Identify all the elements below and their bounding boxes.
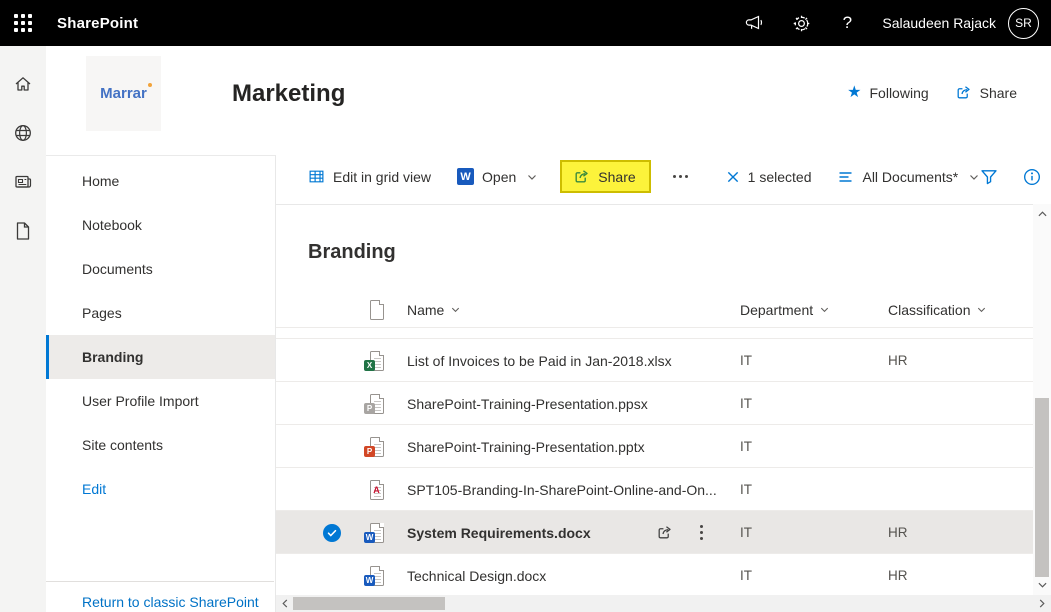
column-header-name[interactable]: Name — [407, 291, 461, 328]
info-icon[interactable] — [1023, 168, 1041, 186]
sidebar-item-home[interactable]: Home — [46, 159, 275, 203]
file-name[interactable]: SharePoint-Training-Presentation.pptx — [407, 425, 645, 468]
xlsx-file-icon: X — [368, 339, 385, 382]
sidebar-item-user-profile-import[interactable]: User Profile Import — [46, 379, 275, 423]
star-icon: ★ — [847, 85, 861, 101]
sharepoint-app: SharePoint ? Salaudeen Rajack SR — [0, 0, 1051, 612]
share-icon — [955, 84, 972, 101]
table-row[interactable]: P SharePoint-Training-Presentation.pptx … — [276, 424, 1033, 467]
clear-selection-button[interactable]: 1 selected — [726, 169, 812, 185]
chevron-down-icon — [968, 171, 980, 183]
scroll-up-icon[interactable] — [1033, 206, 1051, 222]
chevron-down-icon — [819, 304, 830, 315]
scroll-right-icon[interactable] — [1034, 595, 1050, 612]
sidebar-item-branding[interactable]: Branding — [46, 335, 275, 379]
classification-value: HR — [888, 554, 908, 597]
table-row[interactable]: P SharePoint-Training-Presentation.ppsx … — [276, 381, 1033, 424]
megaphone-icon[interactable] — [732, 14, 778, 32]
sidebar-item-pages[interactable]: Pages — [46, 291, 275, 335]
library-title: Branding — [308, 241, 396, 264]
classification-value: HR — [888, 339, 908, 382]
department-value: IT — [740, 511, 752, 554]
word-app-icon: W — [457, 168, 474, 185]
horizontal-scrollbar[interactable] — [276, 595, 1051, 612]
edit-grid-view-button[interactable]: Edit in grid view — [308, 168, 431, 185]
department-value: IT — [740, 554, 752, 597]
vertical-scroll-thumb[interactable] — [1035, 398, 1049, 577]
table-row-selected[interactable]: W System Requirements.docx IT HR — [276, 510, 1033, 553]
following-button[interactable]: ★ Following — [847, 85, 928, 101]
row-share-icon[interactable] — [656, 511, 673, 554]
chevron-down-icon — [976, 304, 987, 315]
table-row[interactable]: A SPT105-Branding-In-SharePoint-Online-a… — [276, 467, 1033, 510]
filter-icon[interactable] — [980, 168, 998, 186]
sidebar-item-edit[interactable]: Edit — [46, 467, 275, 511]
return-to-classic-link[interactable]: Return to classic SharePoint — [46, 581, 274, 610]
sidebar-item-notebook[interactable]: Notebook — [46, 203, 275, 247]
word-file-icon: W — [368, 511, 385, 554]
pdf-file-icon: A — [368, 468, 385, 511]
department-value: IT — [740, 339, 752, 382]
site-navigation: Home Notebook Documents Pages Branding U… — [46, 155, 276, 612]
row-more-actions-icon[interactable] — [696, 511, 707, 554]
view-selector[interactable]: All Documents* — [837, 169, 980, 185]
selected-check-icon[interactable] — [323, 511, 341, 554]
site-title: Marketing — [232, 80, 345, 108]
sidebar-item-documents[interactable]: Documents — [46, 247, 275, 291]
scroll-down-icon[interactable] — [1033, 577, 1051, 593]
open-button[interactable]: W Open — [457, 168, 538, 185]
chevron-down-icon — [450, 304, 461, 315]
department-value: IT — [740, 425, 752, 468]
sharepoint-brand[interactable]: SharePoint — [57, 15, 138, 32]
file-name[interactable]: SharePoint-Training-Presentation.ppsx — [407, 382, 648, 425]
globe-icon[interactable] — [0, 108, 46, 157]
ppsx-file-icon: P — [368, 382, 385, 425]
file-name[interactable]: List of Invoices to be Paid in Jan-2018.… — [407, 339, 672, 382]
site-header: Marrar Marketing ★ Following Share — [46, 46, 1051, 155]
document-icon[interactable] — [0, 206, 46, 255]
table-body: X List of Invoices to be Paid in Jan-201… — [276, 338, 1033, 596]
word-file-icon: W — [368, 554, 385, 597]
horizontal-scroll-thumb[interactable] — [293, 597, 445, 610]
share-button-highlighted[interactable]: Share — [560, 160, 650, 193]
pptx-file-icon: P — [368, 425, 385, 468]
file-name[interactable]: Technical Design.docx — [407, 554, 546, 597]
grid-icon — [308, 168, 325, 185]
vertical-scrollbar[interactable] — [1033, 204, 1051, 595]
column-header-department[interactable]: Department — [740, 291, 830, 328]
sidebar-item-site-contents[interactable]: Site contents — [46, 423, 275, 467]
chevron-down-icon — [526, 171, 538, 183]
table-row[interactable]: X List of Invoices to be Paid in Jan-201… — [276, 338, 1033, 381]
share-icon — [573, 168, 590, 185]
more-commands-icon[interactable] — [667, 169, 694, 184]
user-name: Salaudeen Rajack — [882, 15, 996, 31]
avatar[interactable]: SR — [1008, 8, 1039, 39]
suite-bar: SharePoint ? Salaudeen Rajack SR — [0, 0, 1051, 46]
home-icon[interactable] — [0, 59, 46, 108]
left-app-rail — [0, 46, 46, 612]
app-launcher-waffle-icon[interactable] — [0, 0, 46, 46]
command-bar: Edit in grid view W Open Share 1 selecte… — [276, 155, 1051, 204]
view-options-icon — [837, 170, 854, 184]
department-value: IT — [740, 382, 752, 425]
document-library: Branding Name Department Classification — [276, 204, 1033, 595]
classification-value: HR — [888, 511, 908, 554]
help-icon[interactable]: ? — [824, 13, 870, 33]
file-name[interactable]: SPT105-Branding-In-SharePoint-Online-and… — [407, 468, 717, 511]
file-name[interactable]: System Requirements.docx — [407, 511, 591, 554]
file-type-column-icon[interactable] — [368, 291, 385, 328]
table-row[interactable]: W Technical Design.docx IT HR — [276, 553, 1033, 596]
close-icon — [726, 170, 740, 184]
table-header: Name Department Classification — [276, 291, 1033, 328]
site-logo[interactable]: Marrar — [86, 56, 161, 131]
column-header-classification[interactable]: Classification — [888, 291, 987, 328]
scroll-left-icon[interactable] — [277, 595, 293, 612]
news-icon[interactable] — [0, 157, 46, 206]
department-value: IT — [740, 468, 752, 511]
site-share-button[interactable]: Share — [955, 84, 1017, 101]
settings-gear-icon[interactable] — [778, 14, 824, 33]
